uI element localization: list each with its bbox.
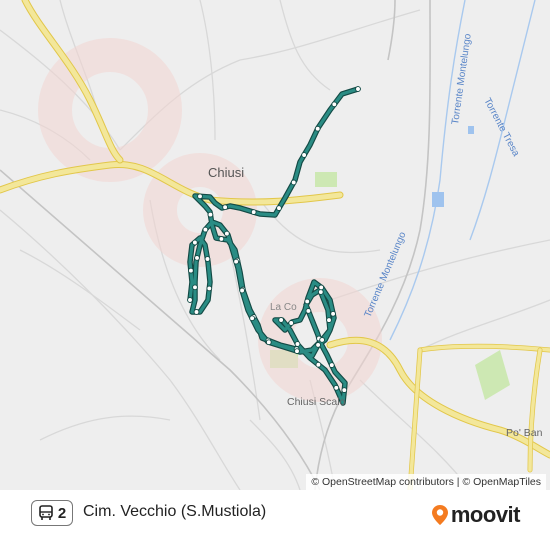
- bus-icon: [39, 505, 53, 520]
- place-label-la-co: La Co: [270, 302, 297, 313]
- place-label-po-bandino: Po' Ban: [506, 427, 543, 439]
- route-stop[interactable]: [315, 361, 322, 368]
- place-label-chiusi-scalo: Chiusi Scalo: [287, 396, 346, 408]
- route-stop[interactable]: [193, 309, 200, 315]
- route-stop[interactable]: [276, 205, 282, 211]
- route-stop[interactable]: [192, 284, 198, 291]
- route-stop[interactable]: [224, 230, 230, 237]
- route-stop[interactable]: [233, 258, 239, 265]
- osm-attribution-link[interactable]: © OpenStreetMap contributors: [311, 476, 454, 488]
- moovit-wordmark: moovit: [450, 502, 521, 527]
- route-stop[interactable]: [317, 289, 324, 295]
- route-stop[interactable]: [330, 310, 336, 317]
- route-stop[interactable]: [355, 86, 361, 92]
- route-stop[interactable]: [341, 387, 348, 393]
- route-stop[interactable]: [250, 209, 257, 215]
- route-stop[interactable]: [218, 236, 225, 242]
- place-label-chiusi: Chiusi: [208, 165, 244, 180]
- route-stop[interactable]: [278, 317, 284, 323]
- map-attribution: © OpenStreetMap contributors | © OpenMap…: [306, 474, 546, 490]
- route-stop[interactable]: [194, 255, 200, 261]
- route-stop[interactable]: [318, 284, 325, 291]
- route-stop[interactable]: [206, 285, 213, 292]
- moovit-logo[interactable]: moovit: [431, 502, 521, 528]
- waterway-label-montelungo-north: Torrente Montelungo: [450, 33, 474, 126]
- route-stop[interactable]: [192, 239, 198, 246]
- route-stop[interactable]: [326, 317, 332, 323]
- route-badge: 2: [31, 500, 73, 526]
- route-stop[interactable]: [288, 320, 295, 326]
- route-stop[interactable]: [294, 348, 300, 354]
- pond-small: [468, 126, 474, 134]
- route-stop[interactable]: [319, 337, 325, 343]
- route-stop[interactable]: [265, 339, 272, 346]
- omt-attribution-link[interactable]: © OpenMapTiles: [462, 476, 541, 488]
- route-stop[interactable]: [202, 226, 209, 233]
- route-stop[interactable]: [331, 101, 338, 108]
- route-stop[interactable]: [187, 297, 193, 303]
- route-stop[interactable]: [207, 211, 214, 218]
- park-area: [315, 172, 337, 187]
- route-number: 2: [57, 504, 67, 522]
- route-stop[interactable]: [290, 179, 297, 186]
- moovit-pin-icon: [431, 505, 448, 525]
- map-view[interactable]: Chiusi Chiusi Scalo Po' Ban La Co Torren…: [0, 0, 550, 490]
- map-canvas: Chiusi Chiusi Scalo Po' Ban La Co Torren…: [0, 0, 550, 490]
- waterway-label-montelungo-south: Torrente Montelungo: [363, 230, 409, 319]
- route-stop[interactable]: [239, 287, 245, 294]
- route-destination: Cim. Vecchio (S.Mustiola): [83, 503, 267, 520]
- route-stop[interactable]: [314, 125, 321, 132]
- route-stop[interactable]: [197, 193, 203, 200]
- park-area-east: [475, 350, 510, 400]
- route-stop[interactable]: [333, 384, 340, 391]
- route-stop[interactable]: [294, 341, 301, 347]
- route-stop[interactable]: [305, 308, 312, 314]
- route-stop[interactable]: [304, 298, 311, 305]
- waterway-label-tresa: Torrente Tresa: [481, 96, 521, 158]
- route-stop[interactable]: [204, 256, 211, 262]
- route-stop[interactable]: [249, 315, 255, 322]
- route-stop[interactable]: [222, 204, 228, 211]
- pond: [432, 192, 444, 207]
- route-stop[interactable]: [188, 267, 194, 274]
- route-stop[interactable]: [315, 342, 321, 348]
- route-stop[interactable]: [301, 152, 307, 158]
- route-stop[interactable]: [328, 362, 335, 368]
